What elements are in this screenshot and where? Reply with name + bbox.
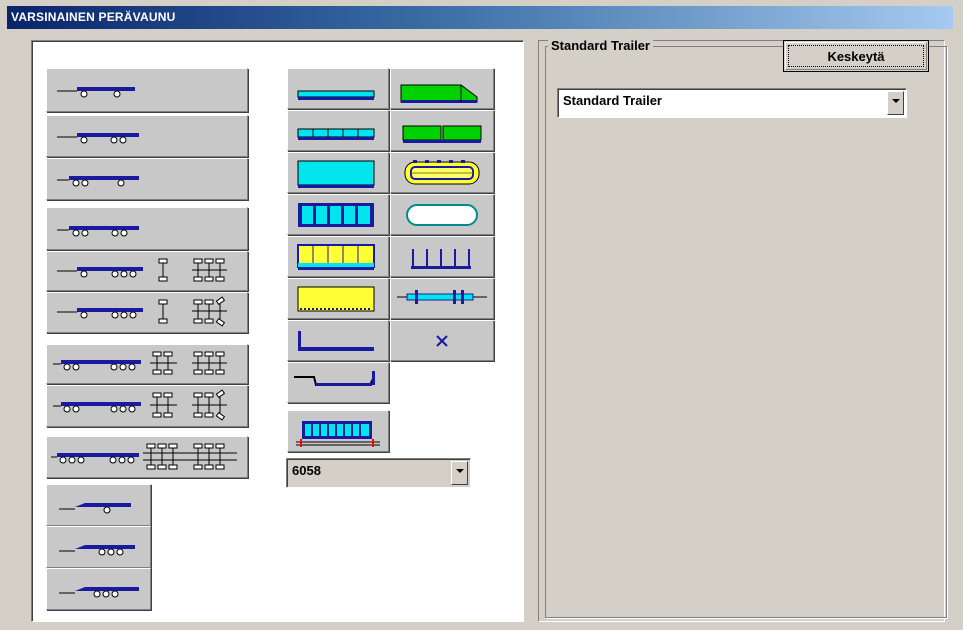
timber-frame-icon [397,290,487,304]
body-stepframe-button[interactable] [287,362,389,403]
body-curtain-button[interactable] [287,236,389,277]
stepframe-icon [294,371,375,386]
group-caption: Standard Trailer [548,38,653,53]
axle-config-1-3-wheels-button[interactable] [46,251,248,291]
body-tipper-button[interactable] [287,278,389,319]
trailer-3-3-icon [51,443,237,470]
trailer-group-box [545,46,947,618]
tractor-cab-icon [400,84,478,103]
body-tractor-cab-button[interactable] [390,68,494,109]
trailer-1-1-icon [57,87,135,98]
drawbar-1-button[interactable] [46,484,151,526]
cancel-button[interactable]: Keskeytä [783,40,929,72]
body-timber-frame-button[interactable] [390,278,494,319]
tipper-icon [297,286,375,312]
body-lowbed-button[interactable] [287,320,389,361]
drawbar-trailer-1-icon [59,503,131,514]
trailer-2-1-icon [57,176,139,187]
body-tank-yellow-button[interactable] [390,152,494,193]
axle-config-2-2-button[interactable] [46,207,248,250]
chevron-down-icon[interactable] [451,461,468,485]
trailer-type-select[interactable]: Standard Trailer [557,88,907,118]
body-two-containers-button[interactable] [390,110,494,151]
two-containers-icon [402,125,482,143]
curtain-icon [297,244,375,270]
body-flatbed-sections-button[interactable] [287,110,389,151]
axle-config-2-3-steer-button[interactable] [46,385,248,427]
box-sections-icon [298,203,374,227]
trailer-1-2-icon [57,133,139,144]
axle-config-2-1-button[interactable] [46,158,248,200]
window-title: VARSINAINEN PERÄVAUNU [11,10,176,24]
lowbed-icon [298,331,374,351]
container-frame-icon [296,421,380,447]
axle-config-3-3-button[interactable] [46,436,248,478]
drawbar-trailer-3-icon [59,587,139,598]
axle-config-1-3-steer-button[interactable] [46,292,248,333]
drawbar-3-button[interactable] [46,568,151,610]
trailer-1-3-wheels-icon [57,258,227,282]
trailer-type-value: Standard Trailer [563,93,662,108]
tank-yellow-icon [404,160,480,185]
axle-config-1-1-button[interactable] [46,68,248,112]
body-tank-white-button[interactable] [390,194,494,235]
stakes-icon [411,249,471,269]
drawbar-2-button[interactable] [46,526,151,568]
trailer-1-3-steer-icon [57,296,227,327]
body-none-button[interactable] [390,320,494,361]
trailer-2-3-wheels-icon [53,351,227,375]
axle-config-1-2-button[interactable] [46,115,248,157]
flatbed-sections-icon [297,128,375,140]
body-flatbed-button[interactable] [287,68,389,109]
length-select[interactable]: 6058 [286,458,471,488]
dialog-window: VARSINAINEN PERÄVAUNU 6058 Standard Trai… [0,0,963,630]
drawbar-trailer-2-icon [59,545,135,556]
flatbed-icon [297,90,375,100]
body-stakes-button[interactable] [390,236,494,277]
trailer-2-2-icon [57,226,139,237]
body-container-frame-button[interactable] [287,410,389,452]
length-select-value: 6058 [292,463,321,478]
body-box-sections-button[interactable] [287,194,389,235]
close-icon [436,335,448,347]
box-icon [297,160,375,188]
cancel-button-label: Keskeytä [827,49,885,64]
axle-config-2-3-wheels-button[interactable] [46,344,248,384]
title-bar: VARSINAINEN PERÄVAUNU [7,6,953,29]
tank-white-icon [406,204,478,226]
chevron-down-icon[interactable] [887,91,904,115]
body-box-button[interactable] [287,152,389,193]
trailer-2-3-steer-icon [53,389,227,421]
